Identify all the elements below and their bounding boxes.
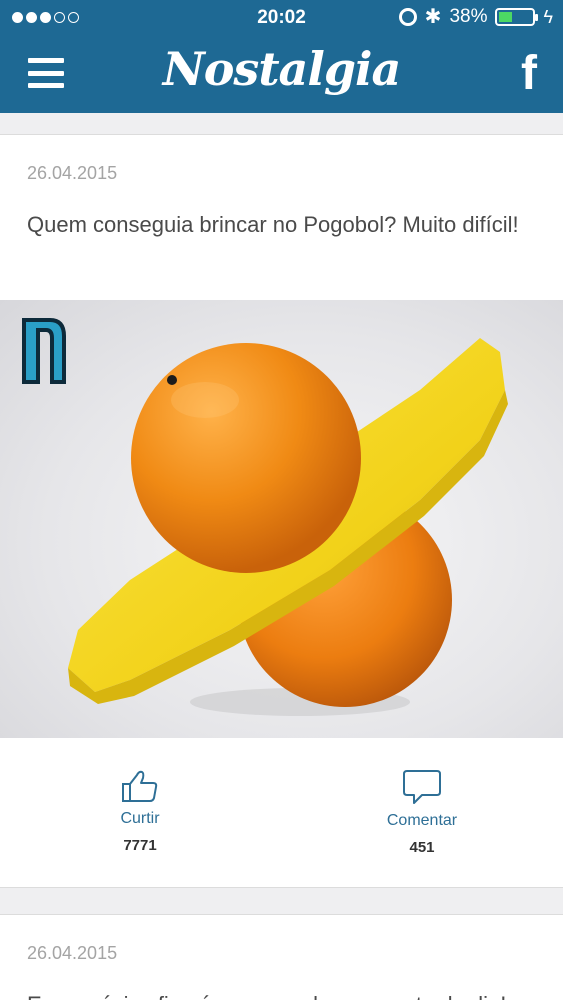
charging-icon: ϟ [543, 6, 553, 27]
alarm-icon [398, 8, 417, 26]
watermark-logo [22, 318, 66, 384]
post-date: 26.04.2015 [27, 163, 118, 183]
like-label: Curtir [120, 810, 160, 827]
post-title[interactable]: Quem conseguia brincar no Pogobol? Muito… [27, 209, 527, 240]
like-button[interactable]: Curtir 7771 [65, 768, 215, 854]
speech-bubble-icon [403, 770, 441, 804]
comment-button[interactable]: Comentar 451 [347, 768, 497, 856]
battery-icon [495, 8, 539, 26]
facebook-icon[interactable]: f [521, 46, 537, 101]
post-image[interactable] [0, 300, 563, 738]
battery-percent: 38% [449, 6, 488, 27]
post-date: 26.04.2015 [27, 943, 118, 963]
status-bar: 20:02 ✱ 38% ϟ [0, 0, 563, 36]
comment-label: Comentar [386, 812, 458, 829]
app-logo: Nostalgia [162, 42, 402, 96]
pogobol-illustration [68, 338, 508, 716]
post-actions: Curtir 7771 Comentar 451 [0, 738, 563, 889]
like-count: 7771 [123, 837, 157, 854]
navigation-bar: Nostalgia f [0, 36, 563, 113]
post-title[interactable]: Essa música ficará na sua cabeça o resto… [27, 989, 527, 1000]
post-card: 26.04.2015 Essa música ficará na sua cab… [0, 914, 563, 1000]
comment-count: 451 [409, 839, 435, 856]
app-header: 20:02 ✱ 38% ϟ Nostalgia f [0, 0, 563, 113]
bluetooth-icon: ✱ [424, 6, 442, 28]
thumbs-up-icon [122, 770, 158, 802]
post-card: 26.04.2015 Quem conseguia brincar no Pog… [0, 134, 563, 888]
